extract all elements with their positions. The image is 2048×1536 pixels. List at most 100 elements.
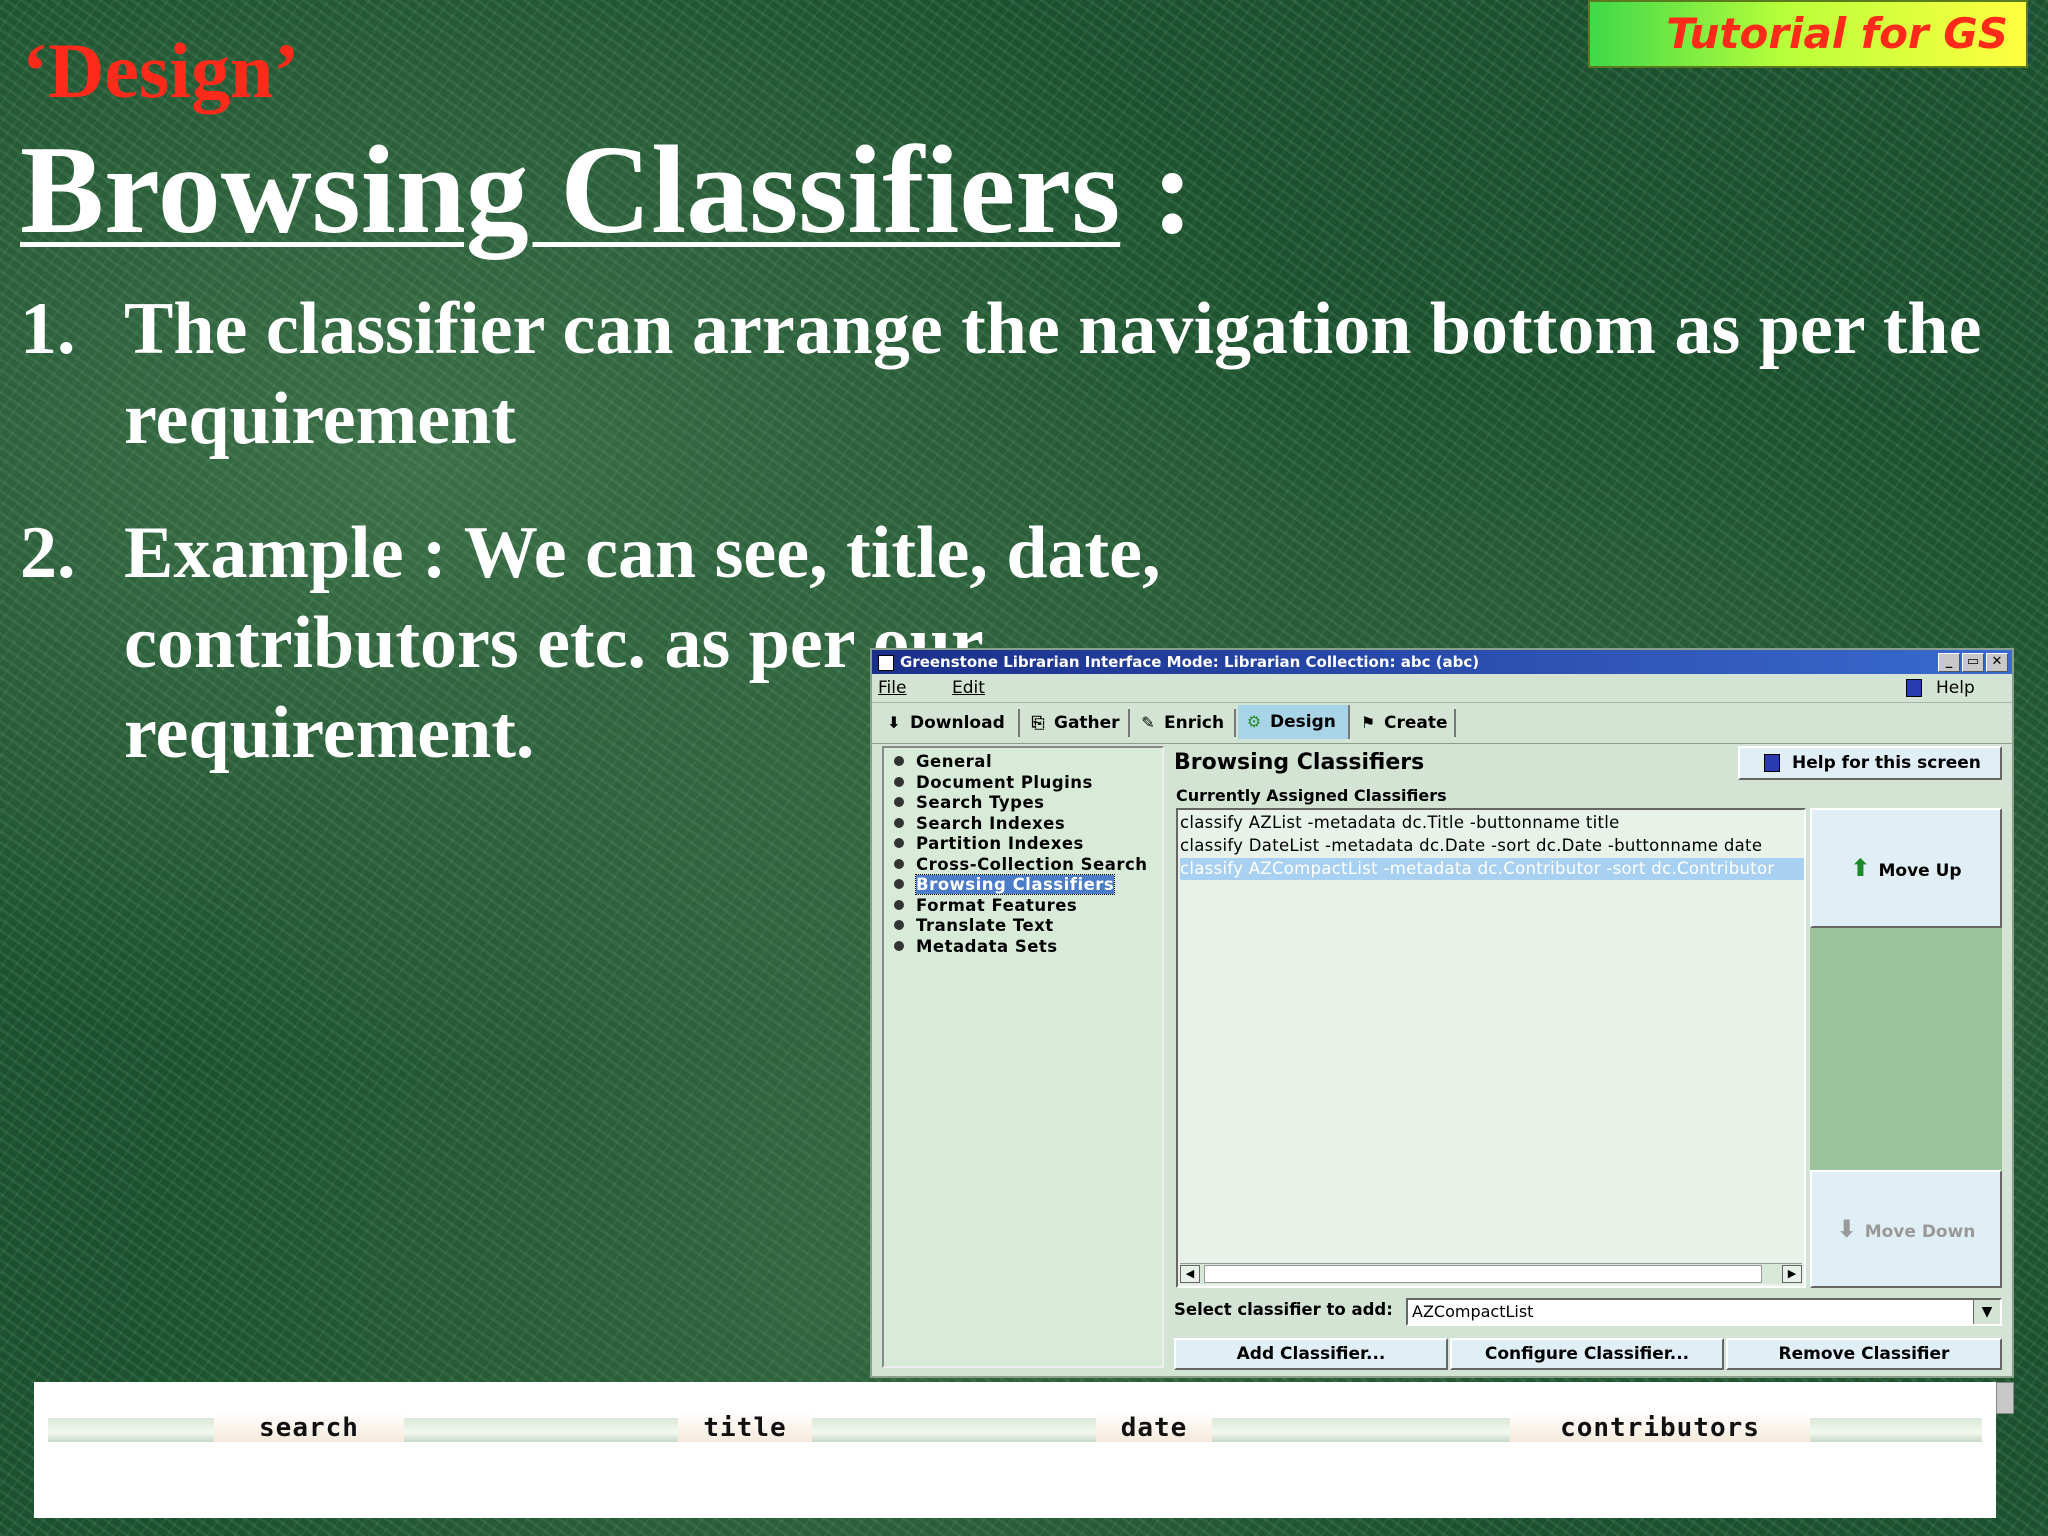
tab-label: Gather bbox=[1054, 713, 1120, 733]
sidebar-item-label: Format Features bbox=[916, 895, 1078, 915]
classifier-row[interactable]: classify AZList -metadata dc.Title -butt… bbox=[1180, 812, 1620, 834]
create-icon: ⚑ bbox=[1360, 713, 1376, 732]
remove-classifier-button[interactable]: Remove Classifier bbox=[1726, 1338, 2002, 1370]
scroll-thumb[interactable] bbox=[1204, 1265, 1762, 1283]
bullet-icon bbox=[894, 797, 904, 807]
sidebar-item-label: General bbox=[916, 752, 993, 771]
sidebar-item-metadata-sets[interactable]: Metadata Sets bbox=[894, 936, 1058, 956]
classifier-select-value: AZCompactList bbox=[1412, 1302, 1534, 1321]
chevron-down-icon[interactable]: ▼ bbox=[1973, 1300, 2000, 1324]
tab-create[interactable]: ⚑ Create bbox=[1352, 709, 1456, 737]
sidebar-item-label: Browsing Classifiers bbox=[914, 874, 1116, 895]
panel-heading: Browsing Classifiers bbox=[1174, 750, 1425, 775]
close-button[interactable]: ✕ bbox=[1986, 653, 2008, 672]
bullet-icon bbox=[894, 838, 904, 848]
move-up-button[interactable]: ⬆ Move Up bbox=[1810, 808, 2002, 928]
navbar-scroll-edge bbox=[1996, 1382, 2014, 1414]
bullet-icon bbox=[894, 920, 904, 930]
sidebar-item-search-types[interactable]: Search Types bbox=[894, 793, 1045, 812]
add-classifier-button[interactable]: Add Classifier... bbox=[1174, 1338, 1448, 1370]
librarian-window: Greenstone Librarian Interface Mode: Lib… bbox=[870, 648, 2014, 1378]
sidebar-item-label: Partition Indexes bbox=[916, 834, 1084, 853]
slide-title-suffix: : bbox=[1120, 121, 1194, 260]
navigation-bar-preview: search title date contributors bbox=[34, 1382, 1996, 1518]
help-book-icon bbox=[1906, 679, 1922, 697]
tab-label: Design bbox=[1270, 712, 1336, 732]
sidebar-item-browsing-classifiers[interactable]: Browsing Classifiers bbox=[894, 874, 1116, 895]
tab-label: Download bbox=[910, 713, 1005, 733]
design-gear-icon: ⚙ bbox=[1246, 712, 1262, 731]
bullet-icon bbox=[894, 776, 904, 787]
move-up-label: Move Up bbox=[1878, 861, 1962, 881]
help-for-screen-button[interactable]: Help for this screen bbox=[1738, 746, 2002, 780]
sidebar-item-partition-indexes[interactable]: Partition Indexes bbox=[894, 834, 1084, 853]
tab-label: Create bbox=[1384, 713, 1448, 733]
slide-title: Browsing Classifiers : bbox=[20, 128, 1194, 254]
sidebar-item-label: Cross-Collection Search bbox=[916, 854, 1148, 874]
select-classifier-label: Select classifier to add: bbox=[1174, 1300, 1393, 1319]
tab-design[interactable]: ⚙ Design bbox=[1238, 705, 1350, 739]
design-sections-list: General Document Plugins Search Types Se… bbox=[882, 746, 1164, 1368]
help-book-icon bbox=[1764, 754, 1780, 772]
sidebar-item-general[interactable]: General bbox=[894, 752, 993, 771]
sidebar-item-label: Metadata Sets bbox=[916, 936, 1058, 956]
minimize-button[interactable]: _ bbox=[1938, 653, 1960, 672]
tutorial-badge: Tutorial for GS bbox=[1588, 0, 2028, 68]
button-spacer bbox=[1810, 928, 2002, 1170]
help-button-label: Help for this screen bbox=[1792, 753, 1981, 773]
menu-file[interactable]: File bbox=[878, 674, 906, 702]
menu-edit[interactable]: Edit bbox=[952, 674, 985, 702]
bullet-icon bbox=[894, 940, 904, 951]
menu-help-label: Help bbox=[1936, 678, 1975, 698]
move-down-button[interactable]: ⬇ Move Down bbox=[1810, 1170, 2002, 1288]
maximize-button[interactable]: ▭ bbox=[1962, 653, 1984, 672]
arrow-up-icon: ⬆ bbox=[1850, 854, 1871, 882]
nav-button-date[interactable]: date bbox=[1096, 1412, 1212, 1443]
arrow-down-icon: ⬇ bbox=[1836, 1215, 1857, 1243]
move-down-label: Move Down bbox=[1864, 1222, 1976, 1242]
sidebar-item-label: Document Plugins bbox=[916, 772, 1093, 792]
tab-gather[interactable]: ⎘ Gather bbox=[1022, 709, 1130, 737]
tab-bar: ⬇ Download ⎘ Gather ✎ Enrich ⚙ Design ⚑ Creat… bbox=[872, 703, 2012, 744]
window-title: Greenstone Librarian Interface Mode: Lib… bbox=[900, 653, 1480, 671]
bullet-icon bbox=[894, 858, 904, 869]
sidebar-item-document-plugins[interactable]: Document Plugins bbox=[894, 772, 1093, 792]
horizontal-scrollbar[interactable]: ◀ ▶ bbox=[1180, 1263, 1802, 1284]
sidebar-item-format-features[interactable]: Format Features bbox=[894, 895, 1078, 915]
classifier-row-selected[interactable]: classify AZCompactList -metadata dc.Cont… bbox=[1180, 858, 1804, 880]
sidebar-item-search-indexes[interactable]: Search Indexes bbox=[894, 813, 1066, 833]
app-icon bbox=[878, 654, 894, 671]
enrich-icon: ✎ bbox=[1141, 713, 1155, 732]
scroll-right-icon[interactable]: ▶ bbox=[1782, 1265, 1802, 1283]
tab-enrich[interactable]: ✎ Enrich bbox=[1132, 709, 1236, 737]
bullet-icon bbox=[894, 756, 904, 766]
sidebar-item-translate-text[interactable]: Translate Text bbox=[894, 916, 1054, 935]
bullet-icon bbox=[894, 899, 904, 910]
bullet-icon bbox=[894, 879, 904, 889]
nav-button-contributors[interactable]: contributors bbox=[1510, 1412, 1810, 1443]
tab-download[interactable]: ⬇ Download bbox=[878, 709, 1020, 737]
assigned-classifiers-list[interactable]: classify AZList -metadata dc.Title -butt… bbox=[1176, 808, 1806, 1288]
window-titlebar[interactable]: Greenstone Librarian Interface Mode: Lib… bbox=[872, 650, 2012, 674]
slide-title-text: Browsing Classifiers bbox=[20, 121, 1121, 260]
menu-bar: File Edit Help bbox=[872, 674, 2012, 703]
scroll-left-icon[interactable]: ◀ bbox=[1180, 1265, 1200, 1283]
bullet-number: 2. bbox=[20, 512, 76, 594]
assigned-classifiers-label: Currently Assigned Classifiers bbox=[1176, 786, 1447, 805]
bullet-number: 1. bbox=[20, 288, 76, 370]
gather-icon: ⎘ bbox=[1031, 713, 1045, 732]
sidebar-item-cross-collection-search[interactable]: Cross-Collection Search bbox=[894, 854, 1148, 874]
nav-button-title[interactable]: title bbox=[678, 1412, 812, 1443]
configure-classifier-button[interactable]: Configure Classifier... bbox=[1450, 1338, 1724, 1370]
bullet-text: The classifier can arrange the navigatio… bbox=[124, 288, 1982, 460]
sidebar-item-label: Search Indexes bbox=[916, 813, 1066, 833]
tab-label: Enrich bbox=[1164, 713, 1225, 733]
section-tag: ‘Design’ bbox=[22, 27, 300, 114]
download-icon: ⬇ bbox=[887, 713, 901, 732]
sidebar-item-label: Search Types bbox=[916, 793, 1045, 812]
classifier-row[interactable]: classify DateList -metadata dc.Date -sor… bbox=[1180, 835, 1762, 857]
bullet-icon bbox=[894, 817, 904, 828]
nav-button-search[interactable]: search bbox=[214, 1412, 404, 1443]
classifier-select[interactable]: AZCompactList ▼ bbox=[1406, 1298, 2002, 1326]
sidebar-item-label: Translate Text bbox=[916, 916, 1054, 935]
